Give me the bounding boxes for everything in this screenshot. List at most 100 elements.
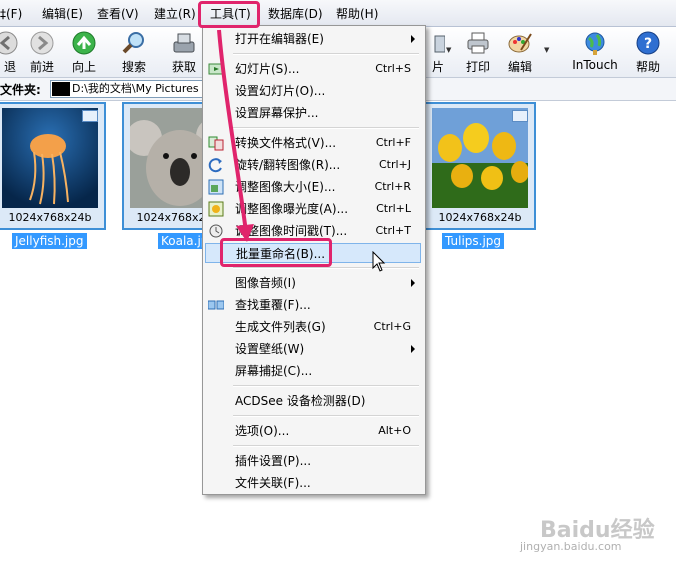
menu-item-label: 转换文件格式(V)... [235, 136, 337, 150]
edit-button[interactable]: 编辑 ▼ [502, 27, 549, 77]
help-button[interactable]: ? 帮助 [630, 27, 666, 77]
menu-item-label: 插件设置(P)... [235, 454, 312, 468]
menu-edit[interactable]: 编辑(E) [42, 5, 83, 23]
menu-item-label: 旋转/翻转图像(R)... [235, 158, 341, 172]
menu-separator [233, 445, 419, 447]
menu-item-label: 图像音频(I) [235, 276, 296, 290]
menu-item-open-in-editor[interactable]: 打开在编辑器(E) [205, 29, 421, 49]
svg-text:?: ? [644, 36, 652, 52]
submenu-arrow-icon [411, 279, 415, 287]
thumbnail-tulips[interactable]: 1024x768x24b [424, 102, 536, 230]
palette-icon [508, 33, 532, 53]
mouse-cursor-icon [372, 251, 386, 272]
menu-item-shortcut: Ctrl+R [374, 180, 411, 193]
forward-label: 前进 [29, 60, 54, 74]
menu-item-resize[interactable]: 调整图像大小(E)... Ctrl+R [205, 177, 421, 197]
menu-item-setup-slideshow[interactable]: 设置幻灯片(O)... [205, 81, 421, 101]
menu-item-label: 调整图像曝光度(A)... [235, 202, 349, 216]
menu-item-label: 生成文件列表(G) [235, 320, 326, 334]
intouch-label: InTouch [572, 58, 618, 72]
menu-item-screensaver[interactable]: 设置屏幕保护... [205, 103, 421, 123]
menu-item-label: 选项(O)... [235, 424, 290, 438]
rotate-icon [208, 158, 222, 173]
menu-item-shortcut: Ctrl+F [375, 136, 411, 149]
menu-item-label: 打开在编辑器(E) [235, 32, 324, 46]
menu-item-exposure[interactable]: 调整图像曝光度(A)... Ctrl+L [205, 199, 421, 219]
menu-separator [233, 415, 419, 417]
menu-create[interactable]: 建立(R) [154, 5, 196, 23]
thumbnail-dims: 1024x768x24b [8, 211, 92, 224]
back-button[interactable]: 退 [0, 27, 26, 77]
menu-item-convert-format[interactable]: 转换文件格式(V)... Ctrl+F [205, 133, 421, 153]
edit-label: 编辑 [507, 60, 532, 74]
menu-item-shortcut: Ctrl+S [375, 62, 411, 75]
search-button[interactable]: 搜索 [116, 27, 152, 77]
folder-path-field[interactable]: D:\我的文档\My Pictures [50, 80, 204, 98]
menu-item-label: 调整图像大小(E)... [235, 180, 336, 194]
chevron-down-icon[interactable]: ▼ [446, 46, 451, 54]
menu-file[interactable]: ‡(F) [0, 5, 22, 23]
duplicates-icon [208, 300, 224, 310]
menu-item-rotate-flip[interactable]: 旋转/翻转图像(R)... Ctrl+J [205, 155, 421, 175]
search-icon [122, 32, 144, 54]
menu-item-label: 设置屏幕保护... [235, 106, 319, 120]
menu-separator [233, 127, 419, 129]
slideshow-label: 片 [432, 60, 445, 74]
menu-item-plugin-settings[interactable]: 插件设置(P)... [205, 451, 421, 471]
menu-view[interactable]: 查看(V) [97, 5, 139, 23]
exposure-icon [208, 201, 224, 217]
menu-separator [233, 53, 419, 55]
menu-item-label: 文件关联(F)... [235, 476, 311, 490]
up-arrow-icon [72, 31, 96, 55]
globe-icon [585, 32, 605, 55]
menu-item-screen-capture[interactable]: 屏幕捕捉(C)... [205, 361, 421, 381]
acquire-icon [173, 33, 195, 53]
menu-item-shortcut: Ctrl+T [375, 224, 411, 237]
submenu-arrow-icon [411, 35, 415, 43]
menu-item-slideshow[interactable]: 幻灯片(S)... Ctrl+S [205, 59, 421, 79]
jellyfish-image [2, 108, 98, 208]
menu-separator [233, 385, 419, 387]
menu-item-label: 查找重覆(F)... [235, 298, 311, 312]
menu-item-find-duplicates[interactable]: 查找重覆(F)... [205, 295, 421, 315]
menu-item-options[interactable]: 选项(O)... Alt+O [205, 421, 421, 441]
menu-database[interactable]: 数据库(D) [268, 5, 323, 23]
menu-item-shortcut: Ctrl+J [378, 158, 411, 171]
acquire-button[interactable]: 获取 [166, 27, 202, 77]
print-label: 打印 [465, 60, 490, 74]
thumbnail-dims: 1024x768x24b [438, 211, 522, 224]
menu-item-file-association[interactable]: 文件关联(F)... [205, 473, 421, 493]
chevron-down-icon[interactable]: ▼ [544, 46, 549, 54]
menu-item-label: 屏幕捕捉(C)... [235, 364, 313, 378]
search-label: 搜索 [121, 60, 146, 74]
submenu-arrow-icon [411, 345, 415, 353]
acquire-label: 获取 [171, 60, 196, 74]
up-button[interactable]: 向上 [66, 27, 102, 77]
print-button[interactable]: 打印 [460, 27, 496, 77]
folder-label: 文件夹: [0, 83, 41, 97]
menu-item-file-list[interactable]: 生成文件列表(G) Ctrl+G [205, 317, 421, 337]
convert-icon [208, 136, 224, 151]
resize-icon [208, 179, 224, 195]
intouch-button[interactable]: InTouch [566, 27, 624, 77]
forward-arrow-icon [30, 31, 54, 55]
clock-icon [209, 224, 223, 238]
back-label: 退 [4, 60, 17, 74]
forward-button[interactable]: 前进 [24, 27, 60, 77]
menu-item-wallpaper[interactable]: 设置壁纸(W) [205, 339, 421, 359]
menu-help[interactable]: 帮助(H) [336, 5, 378, 23]
annotation-box-tools [198, 1, 260, 28]
help-icon: ? [636, 31, 660, 55]
tulips-image [432, 108, 528, 208]
thumbnail-name[interactable]: Tulips.jpg [442, 233, 505, 249]
image-type-icon [82, 110, 98, 122]
menu-item-shortcut: Ctrl+G [373, 320, 411, 333]
thumbnail-jellyfish[interactable]: 1024x768x24b [0, 102, 106, 230]
back-arrow-icon [0, 31, 18, 55]
folder-path: D:\我的文档\My Pictures [72, 82, 199, 95]
menu-item-shortcut: Alt+O [378, 424, 411, 437]
menu-item-shortcut: Ctrl+L [376, 202, 411, 215]
thumbnail-name[interactable]: Jellyfish.jpg [12, 233, 87, 249]
menu-item-image-audio[interactable]: 图像音频(I) [205, 273, 421, 293]
menu-item-device-detector[interactable]: ACDSee 设备检测器(D) [205, 391, 421, 411]
